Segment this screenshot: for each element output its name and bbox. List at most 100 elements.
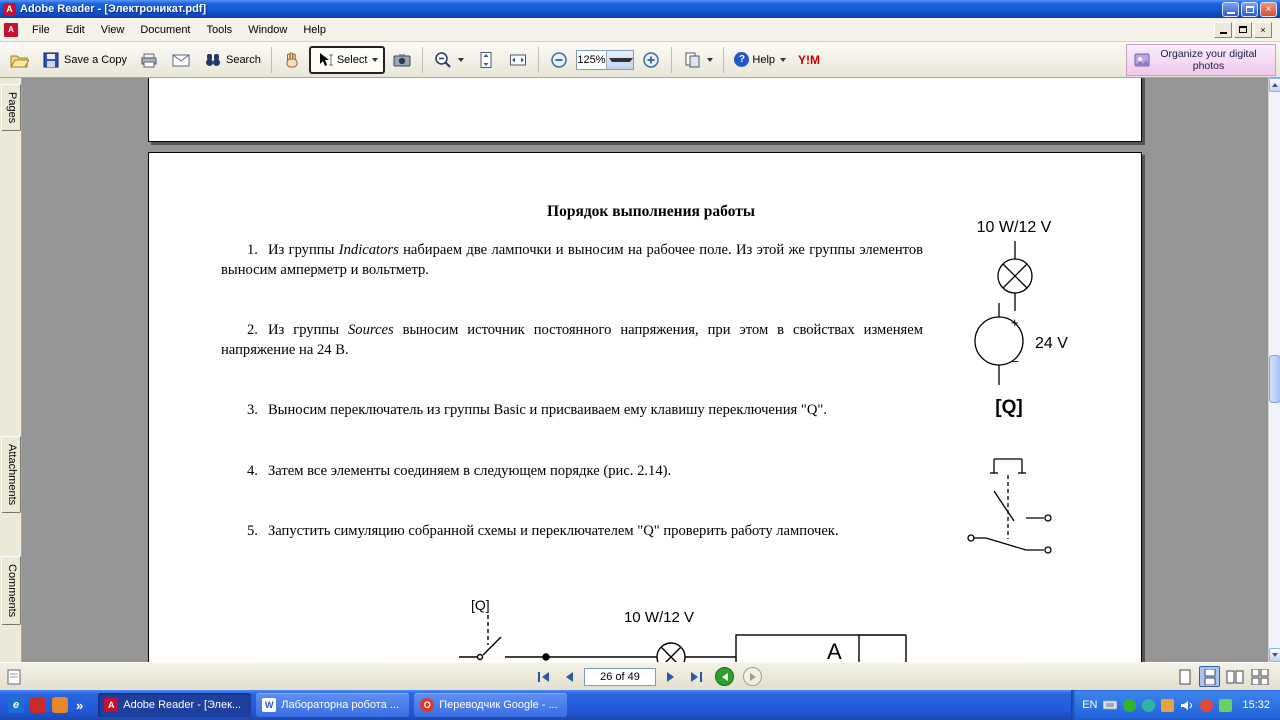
document-area[interactable]: Порядок выполнения работы 1. Из группы In… (22, 78, 1268, 662)
tray-icon-green[interactable] (1123, 698, 1137, 712)
adobe-reader-icon: A (3, 2, 16, 16)
open-folder-icon (10, 55, 29, 67)
zoom-out-button[interactable] (544, 46, 574, 74)
zoom-in-icon (643, 51, 660, 68)
page-display-dropdown[interactable] (677, 46, 718, 74)
language-indicator[interactable]: EN (1082, 699, 1097, 711)
first-page-button[interactable] (534, 667, 554, 687)
previous-page-icon (566, 671, 573, 682)
previous-page-button[interactable] (559, 667, 579, 687)
taskbar-button-google-translate[interactable]: O Переводчик Google - ... (414, 693, 568, 717)
menu-view[interactable]: View (93, 20, 133, 40)
quick-launch-icon-2[interactable] (30, 697, 46, 713)
search-label: Search (225, 53, 261, 66)
vertical-scrollbar[interactable] (1268, 78, 1280, 662)
minimize-button[interactable] (1222, 1, 1239, 17)
scroll-up-button[interactable] (1269, 78, 1280, 92)
continuous-facing-icon (1251, 668, 1268, 685)
clock[interactable]: 15:32 (1242, 699, 1270, 711)
quick-launch-overflow-chevron[interactable]: » (74, 698, 85, 713)
opera-browser-icon: O (420, 698, 435, 712)
menu-file[interactable]: File (24, 20, 58, 40)
zoom-in-button[interactable] (636, 46, 666, 74)
fit-width-button[interactable] (503, 46, 533, 74)
print-button[interactable] (134, 46, 164, 74)
menu-window[interactable]: Window (240, 20, 295, 40)
paragraph-5: 5. Запустить симуляцию собранной схемы и … (247, 523, 839, 539)
next-page-button[interactable] (661, 667, 681, 687)
restore-icon (1239, 26, 1247, 33)
chevron-down-icon (608, 57, 634, 62)
page-number-field[interactable] (584, 667, 656, 686)
previous-view-button[interactable] (715, 667, 734, 686)
title-bar: A Adobe Reader - [Электроникат.pdf] × (0, 0, 1280, 18)
tray-icon-red[interactable] (1200, 698, 1214, 712)
scrollbar-thumb[interactable] (1269, 355, 1280, 403)
save-a-copy-button[interactable]: Save a Copy (36, 46, 132, 74)
open-button[interactable] (4, 46, 34, 74)
tray-icon-orange[interactable] (1161, 698, 1175, 712)
binoculars-icon (205, 53, 220, 66)
scroll-down-button[interactable] (1269, 648, 1280, 662)
select-tool-button[interactable]: Select (308, 45, 386, 74)
pdf-page-current: Порядок выполнения работы 1. Из группы In… (148, 152, 1142, 662)
tab-pages[interactable]: Pages (1, 84, 21, 132)
view-single-page-button[interactable] (1174, 666, 1195, 687)
view-continuous-facing-button[interactable] (1249, 666, 1270, 687)
toolbar-separator (723, 46, 725, 73)
first-page-icon (538, 671, 549, 682)
arrow-up-icon (1272, 83, 1278, 87)
paragraph-1: 1. Из группы Indicators набираем две ламп… (221, 242, 924, 278)
system-tray: EN 15:32 (1071, 690, 1280, 720)
view-continuous-button[interactable] (1199, 666, 1220, 687)
switch-symbol-figure (967, 458, 1052, 554)
tab-attachments[interactable]: Attachments (1, 436, 21, 514)
help-label: Help (752, 53, 776, 66)
desktop: A Adobe Reader - [Электроникат.pdf] × A … (0, 0, 1280, 720)
internet-explorer-icon[interactable]: e (8, 697, 24, 713)
tray-icon-light-green[interactable] (1219, 698, 1233, 712)
last-page-button[interactable] (686, 667, 706, 687)
pdf-document-icon: A (4, 22, 18, 37)
minimize-icon (1226, 11, 1235, 14)
menu-edit[interactable]: Edit (58, 20, 93, 40)
taskbar-button-word-document[interactable]: W Лабораторна робота ... (256, 693, 410, 717)
window-title: Adobe Reader - [Электроникат.pdf] (20, 3, 207, 15)
help-icon: ? (734, 52, 750, 67)
firefox-icon[interactable] (52, 697, 68, 713)
volume-icon[interactable] (1180, 699, 1194, 712)
help-dropdown[interactable]: ? Help (729, 46, 791, 74)
hand-tool-button[interactable] (277, 46, 307, 74)
view-facing-button[interactable] (1224, 666, 1245, 687)
adobe-reader-icon: A (104, 698, 119, 712)
keyboard-icon[interactable] (1103, 699, 1118, 711)
yahoo-messenger-button[interactable]: Y!M (793, 46, 825, 74)
zoom-dropdown-button[interactable] (605, 50, 634, 69)
navigation-pane: Pages Attachments Comments (0, 78, 22, 662)
quick-launch: e » (0, 697, 93, 713)
doc-close-button[interactable]: × (1254, 21, 1272, 38)
close-button[interactable]: × (1260, 1, 1277, 17)
menu-help[interactable]: Help (295, 20, 334, 40)
zoom-tool-dropdown[interactable] (428, 46, 469, 74)
tab-comments[interactable]: Comments (1, 556, 21, 626)
email-button[interactable] (166, 46, 196, 74)
source-plus-sign: + (1011, 315, 1019, 330)
fit-page-button[interactable] (471, 46, 501, 74)
snapshot-tool-button[interactable] (387, 46, 417, 74)
taskbar-button-adobe-reader[interactable]: A Adobe Reader - [Элек... (98, 693, 252, 717)
next-view-button[interactable] (743, 667, 762, 686)
menu-document[interactable]: Document (132, 20, 198, 40)
menu-tools[interactable]: Tools (199, 20, 241, 40)
maximize-button[interactable] (1241, 1, 1258, 17)
search-button[interactable]: Search (198, 46, 266, 74)
photo-promo-button[interactable]: Organize your digital photos (1126, 43, 1276, 76)
chevron-down-icon (458, 57, 465, 62)
doc-restore-button[interactable] (1234, 21, 1252, 38)
taskbar: e » A Adobe Reader - [Элек... W Лаборато… (0, 690, 1280, 720)
doc-minimize-button[interactable] (1214, 21, 1232, 38)
hand-icon (286, 52, 298, 67)
minimize-icon (1219, 32, 1227, 34)
zoom-level-combobox[interactable]: 125% (576, 49, 635, 70)
tray-icon-teal[interactable] (1142, 698, 1156, 712)
